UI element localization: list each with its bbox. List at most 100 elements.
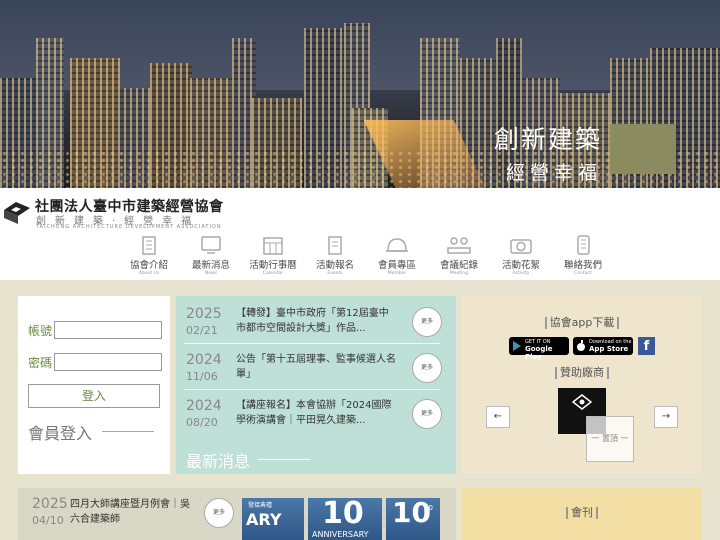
app-sponsor-panel: 協會app下載 GET IT ON Google Play Download o… bbox=[462, 296, 702, 474]
news-year: 2024 bbox=[186, 352, 222, 368]
account-label: 帳號 bbox=[28, 324, 53, 338]
carousel-next-button[interactable]: → bbox=[654, 406, 678, 428]
phone-icon bbox=[577, 235, 590, 255]
account-input[interactable] bbox=[54, 321, 162, 339]
hero-accent-box bbox=[610, 124, 676, 174]
nav-sublabel: Activity bbox=[512, 271, 530, 276]
nav-label: 活動行事曆 bbox=[249, 260, 297, 271]
news-date: 11/06 bbox=[186, 370, 218, 383]
event-more-button[interactable]: 更多 bbox=[204, 498, 234, 528]
nav-item-member[interactable]: 會員專區 Member bbox=[366, 234, 428, 276]
facebook-icon[interactable]: f bbox=[638, 337, 655, 355]
nav-label: 聯絡我們 bbox=[563, 260, 602, 271]
nav-sublabel: Meeting bbox=[449, 271, 469, 276]
sponsor-heading: 贊助廠商 bbox=[462, 364, 702, 380]
publication-heading: 會刊 bbox=[462, 504, 702, 520]
news-item[interactable]: 2024 11/06 公告「第十五屆理事、監事候選人名單」 更多 bbox=[176, 344, 456, 390]
event-date: 04/10 bbox=[32, 514, 64, 527]
hero-slogan: 創新建築 經營幸福 bbox=[472, 120, 602, 185]
nav-item-contact[interactable]: 聯絡我們 Contact bbox=[552, 234, 614, 276]
app-store-badge[interactable]: Download on the App Store bbox=[573, 337, 633, 355]
site-header: 社團法人臺中市建築經營協會 創新建築‧經營幸福 TAICHUNG ARCHITE… bbox=[0, 188, 720, 280]
sponsor-heading-text: 贊助廠商 bbox=[560, 366, 604, 379]
nav-item-meeting[interactable]: 會議紀錄 Meeting bbox=[428, 234, 490, 276]
app-heading-text: 協會app下載 bbox=[549, 316, 615, 329]
nav-sublabel: Calendar bbox=[262, 271, 284, 276]
news-item[interactable]: 2024 08/20 【講座報名】本會協辦「2024國際學術演講會｜平田晃久建築… bbox=[176, 390, 456, 436]
logo-icon[interactable] bbox=[2, 198, 32, 226]
clipboard-icon bbox=[328, 236, 342, 255]
event-text[interactable]: 四月大師講座暨月例會｜吳六合建築師 bbox=[70, 497, 194, 527]
nav-item-about[interactable]: 協會介紹 About Us bbox=[118, 234, 180, 276]
carousel-prev-button[interactable]: ← bbox=[486, 406, 510, 428]
publication-heading-text[interactable]: 會刊 bbox=[571, 506, 593, 519]
news-more-button[interactable]: 更多 bbox=[412, 353, 442, 383]
event-photo-caption: ANNIVERSARY bbox=[312, 530, 369, 539]
news-date: 02/21 bbox=[186, 324, 218, 337]
nav-item-events[interactable]: 活動報名 Events bbox=[304, 234, 366, 276]
event-year: 2025 bbox=[32, 496, 68, 512]
login-button[interactable]: 登入 bbox=[28, 384, 160, 408]
nav-label: 會員專區 bbox=[377, 260, 416, 271]
app-store-label: App Store bbox=[589, 345, 629, 353]
org-english-name: TAICHUNG ARCHITECTURE DEVELOPMENT ASSOCI… bbox=[36, 224, 222, 230]
nav-sublabel: Events bbox=[327, 271, 343, 276]
helmet-icon bbox=[386, 238, 408, 252]
google-play-badge[interactable]: GET IT ON Google Play bbox=[509, 337, 569, 361]
news-more-button[interactable]: 更多 bbox=[412, 307, 442, 337]
camera-icon bbox=[510, 239, 532, 254]
news-date: 08/20 bbox=[186, 416, 218, 429]
nav-item-activity[interactable]: 活動花絮 Activity bbox=[490, 234, 552, 276]
monitor-icon bbox=[201, 236, 221, 254]
nav-label: 協會介紹 bbox=[129, 260, 168, 271]
meeting-icon bbox=[447, 237, 471, 254]
hero-slogan-line2: 經營幸福 bbox=[505, 162, 602, 184]
apple-icon bbox=[577, 340, 585, 351]
news-more-button[interactable]: 更多 bbox=[412, 399, 442, 429]
login-title: 會員登入 bbox=[28, 424, 93, 443]
nav-item-calendar[interactable]: 活動行事曆 Calendar bbox=[242, 234, 304, 276]
app-heading: 協會app下載 bbox=[462, 314, 702, 330]
member-login-panel: 帳號 密碼 登入 會員登入 bbox=[18, 296, 170, 474]
nav-sublabel: About Us bbox=[138, 271, 160, 276]
event-photo-caption: 發接典禮 bbox=[248, 502, 273, 509]
news-year: 2024 bbox=[186, 398, 222, 414]
event-photo-text: ARY bbox=[246, 510, 282, 529]
event-photo[interactable]: 發接典禮 ARY bbox=[242, 498, 304, 540]
news-text[interactable]: 公告「第十五屆理事、監事候選人名單」 bbox=[236, 352, 396, 382]
hero-slogan-line1: 創新建築 bbox=[493, 125, 602, 154]
event-panel: 2025 04/10 四月大師講座暨月例會｜吳六合建築師 更多 發接典禮 ARY… bbox=[18, 488, 456, 540]
news-year: 2025 bbox=[186, 306, 222, 322]
publication-panel: 會刊 bbox=[462, 488, 702, 540]
nav-label: 活動花絮 bbox=[501, 260, 540, 271]
event-photo-text: 10 bbox=[322, 498, 364, 531]
nav-item-news[interactable]: 最新消息 News bbox=[180, 234, 242, 276]
event-photo[interactable]: 10 ANNIVERSARY bbox=[308, 498, 382, 540]
building-icon bbox=[142, 236, 156, 255]
news-text[interactable]: 【講座報名】本會協辦「2024國際學術演講會｜平田晃久建築... bbox=[236, 398, 396, 428]
title-divider bbox=[102, 431, 154, 432]
nav-label: 最新消息 bbox=[191, 260, 230, 271]
sponsor-logo-icon bbox=[571, 394, 593, 410]
news-item[interactable]: 2025 02/21 【轉發】臺中市政府「第12屆臺中市都市空間設計大獎」作品.… bbox=[176, 298, 456, 344]
news-panel: 2025 02/21 【轉發】臺中市政府「第12屆臺中市都市空間設計大獎」作品.… bbox=[176, 296, 456, 474]
password-input[interactable] bbox=[54, 353, 162, 371]
nav-sublabel: Contact bbox=[574, 271, 592, 276]
nav-sublabel: News bbox=[204, 271, 218, 276]
google-play-icon bbox=[513, 341, 521, 351]
event-photo-text: 10 bbox=[392, 498, 431, 529]
news-text[interactable]: 【轉發】臺中市政府「第12屆臺中市都市空間設計大獎」作品... bbox=[236, 306, 396, 336]
nav-label: 活動報名 bbox=[315, 260, 354, 271]
nav-label: 會議紀錄 bbox=[439, 260, 478, 271]
back-to-top-button[interactable]: 一 置頂 一 bbox=[586, 416, 634, 462]
nav-sublabel: Member bbox=[387, 271, 407, 276]
calendar-icon bbox=[263, 237, 283, 255]
event-photo-caption: 20 bbox=[424, 504, 433, 512]
event-photo[interactable]: 10 20 bbox=[386, 498, 440, 540]
google-play-label: Google Play bbox=[525, 345, 553, 361]
news-title: 最新消息 bbox=[186, 452, 251, 471]
title-divider bbox=[258, 459, 310, 460]
main-nav: 協會介紹 About Us 最新消息 News 活動行事曆 Calendar 活… bbox=[118, 234, 614, 276]
hero-banner: 創新建築 經營幸福 bbox=[0, 0, 720, 188]
password-label: 密碼 bbox=[28, 356, 53, 370]
